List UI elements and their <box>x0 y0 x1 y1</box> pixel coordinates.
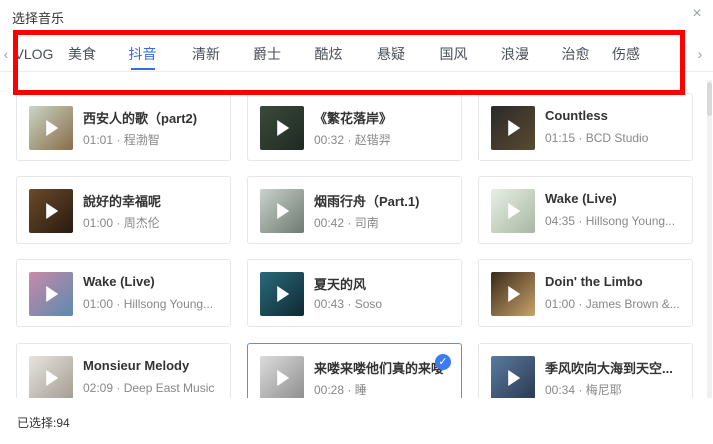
song-meta: 01:00 · 周杰伦 <box>83 216 160 230</box>
footer <box>0 398 713 444</box>
song-title: Wake (Live) <box>83 274 155 289</box>
tab-4[interactable]: 爵士 <box>237 44 297 64</box>
song-cover[interactable] <box>491 189 535 233</box>
song-card[interactable]: Wake (Live) 04:35 · Hillsong Young... <box>478 176 693 244</box>
tab-0[interactable]: VLOG <box>14 44 54 64</box>
tab-10[interactable]: 伤感 <box>606 44 646 64</box>
song-cover[interactable] <box>260 189 304 233</box>
song-meta: 00:28 · 睡 <box>314 383 367 397</box>
song-meta: 01:00 · James Brown &... <box>545 297 680 311</box>
tab-8[interactable]: 浪漫 <box>485 44 545 64</box>
tab-5[interactable]: 酷炫 <box>297 44 360 64</box>
song-title: 說好的幸福呢 <box>83 194 162 209</box>
song-cover[interactable] <box>260 106 304 150</box>
song-title: 夏天的风 <box>314 277 367 292</box>
song-card[interactable]: 季风吹向大海到天空... 00:34 · 梅尼耶 <box>478 343 693 398</box>
tab-9[interactable]: 治愈 <box>545 44 606 64</box>
song-card[interactable]: 說好的幸福呢 01:00 · 周杰伦 <box>16 176 231 244</box>
song-title: 来喽来喽他们真的来喽 <box>314 361 445 376</box>
song-card[interactable]: 烟雨行舟（Part.1) 00:42 · 司南 <box>247 176 462 244</box>
song-title: 季风吹向大海到天空... <box>545 361 673 376</box>
music-grid: 西安人的歌（part2) 01:01 · 程渤智 《繁花落岸》 00:32 · 赵锴羿… <box>16 93 694 398</box>
selected-count-text: 已选择:94 <box>17 414 70 431</box>
play-icon[interactable] <box>277 286 290 302</box>
song-meta: 00:42 · 司南 <box>314 216 379 230</box>
selected-count: 94 <box>56 416 70 430</box>
song-card[interactable]: Monsieur Melody 02:09 · Deep East Music <box>16 343 231 398</box>
selected-check-icon: ✓ <box>435 354 451 370</box>
song-cover[interactable] <box>491 106 535 150</box>
song-card[interactable]: 来喽来喽他们真的来喽 00:28 · 睡 ✓ <box>247 343 462 398</box>
song-card[interactable]: 西安人的歌（part2) 01:01 · 程渤智 <box>16 93 231 161</box>
song-card[interactable]: Wake (Live) 01:00 · Hillsong Young... <box>16 259 231 327</box>
song-cover[interactable] <box>260 356 304 398</box>
song-meta: 01:00 · Hillsong Young... <box>83 297 214 311</box>
song-meta: 00:32 · 赵锴羿 <box>314 133 391 147</box>
tabs-divider <box>0 71 713 72</box>
selected-label: 已选择: <box>17 416 57 430</box>
song-cover[interactable] <box>29 189 73 233</box>
song-title: Monsieur Melody <box>83 358 190 373</box>
song-meta: 00:43 · Soso <box>314 297 383 311</box>
tabs-prev-arrow-icon[interactable]: ‹ <box>0 44 12 64</box>
song-title: 烟雨行舟（Part.1) <box>314 194 420 209</box>
close-icon[interactable]: × <box>689 6 705 22</box>
song-cover[interactable] <box>29 356 73 398</box>
tabs-next-arrow-icon[interactable]: › <box>694 44 706 64</box>
song-meta: 01:15 · BCD Studio <box>545 131 649 145</box>
play-icon[interactable] <box>46 203 59 219</box>
song-card[interactable]: Countless 01:15 · BCD Studio <box>478 93 693 161</box>
tab-2[interactable]: 抖音 <box>110 44 175 64</box>
song-title: Wake (Live) <box>545 191 617 206</box>
song-meta: 04:35 · Hillsong Young... <box>545 214 676 228</box>
play-icon[interactable] <box>277 120 290 136</box>
song-title: Countless <box>545 108 608 123</box>
song-card[interactable]: 《繁花落岸》 00:32 · 赵锴羿 <box>247 93 462 161</box>
scrollbar-thumb[interactable] <box>707 82 712 116</box>
song-meta: 02:09 · Deep East Music <box>83 381 215 395</box>
song-cover[interactable] <box>29 272 73 316</box>
play-icon[interactable] <box>508 286 521 302</box>
play-icon[interactable] <box>46 286 59 302</box>
play-icon[interactable] <box>508 203 521 219</box>
play-icon[interactable] <box>46 370 59 386</box>
song-cover[interactable] <box>29 106 73 150</box>
tab-6[interactable]: 悬疑 <box>360 44 422 64</box>
scrollbar-track[interactable] <box>707 80 712 398</box>
song-title: 《繁花落岸》 <box>314 111 393 126</box>
play-icon[interactable] <box>277 203 290 219</box>
tab-7[interactable]: 国风 <box>422 44 485 64</box>
song-title: 西安人的歌（part2) <box>83 111 198 126</box>
dialog-title: 选择音乐 <box>12 11 65 26</box>
play-icon[interactable] <box>277 370 290 386</box>
song-cover[interactable] <box>491 356 535 398</box>
tab-1[interactable]: 美食 <box>54 44 110 64</box>
song-cover[interactable] <box>260 272 304 316</box>
song-card[interactable]: Doin' the Limbo 01:00 · James Brown &... <box>478 259 693 327</box>
song-meta: 01:01 · 程渤智 <box>83 133 160 147</box>
song-card[interactable]: 夏天的风 00:43 · Soso <box>247 259 462 327</box>
play-icon[interactable] <box>46 120 59 136</box>
song-cover[interactable] <box>491 272 535 316</box>
play-icon[interactable] <box>508 370 521 386</box>
song-title: Doin' the Limbo <box>545 274 643 289</box>
song-meta: 00:34 · 梅尼耶 <box>545 383 622 397</box>
category-tabs: VLOG 美食 抖音 清新 爵士 酷炫 悬疑 国风 浪漫 治愈 伤感 <box>14 44 646 64</box>
tab-3[interactable]: 清新 <box>175 44 237 64</box>
play-icon[interactable] <box>508 120 521 136</box>
